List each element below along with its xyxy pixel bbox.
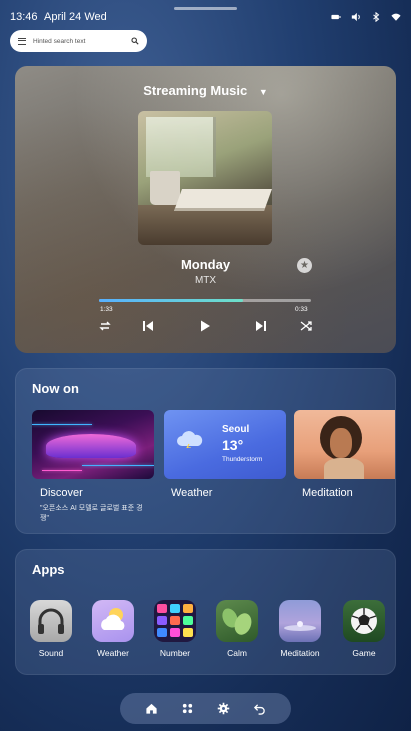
music-source-selector[interactable]: Streaming Music ▼ <box>15 83 396 98</box>
app-sound[interactable]: Sound <box>23 600 79 658</box>
next-button[interactable] <box>254 319 268 333</box>
clock: 13:46 <box>10 11 38 23</box>
home-icon[interactable] <box>145 702 158 715</box>
elapsed-time: 1:33 <box>100 306 113 313</box>
search-placeholder[interactable]: Hinted search text <box>33 38 131 45</box>
settings-icon[interactable] <box>217 702 230 715</box>
back-icon[interactable] <box>253 702 266 715</box>
car-image <box>46 434 136 458</box>
progress-bar[interactable] <box>99 299 311 302</box>
progress-fill <box>99 299 244 302</box>
cloud-icon <box>177 431 203 448</box>
next-icon <box>256 321 266 331</box>
app-label: Meditation <box>280 648 320 658</box>
music-source-label: Streaming Music <box>143 83 248 98</box>
status-bar: 13:46 April 24 Wed <box>10 10 401 24</box>
date: April 24 Wed <box>43 11 107 23</box>
now-on-card: Now on Seoul 13° Thunderstorm Discover W… <box>15 368 396 534</box>
headphones-icon <box>30 600 72 642</box>
number-keys-icon <box>154 600 196 642</box>
artist-name: MTX <box>194 275 217 286</box>
weather-tile[interactable]: Seoul 13° Thunderstorm <box>164 410 286 479</box>
battery-icon <box>331 14 341 20</box>
discover-subtitle: "오픈소스 AI 모델로 글로벌 표준 경쟁" <box>40 505 143 523</box>
apps-title: Apps <box>32 562 65 577</box>
repeat-icon <box>99 321 111 331</box>
app-calm[interactable]: Calm <box>209 600 265 658</box>
song-title: Monday <box>180 257 231 272</box>
app-label: Weather <box>97 648 129 658</box>
navigation-dock <box>120 693 291 724</box>
weather-app-icon <box>92 600 134 642</box>
app-label: Calm <box>227 648 247 658</box>
bluetooth-icon <box>373 12 380 22</box>
search-icon[interactable] <box>131 37 139 45</box>
app-label: Game <box>352 648 376 658</box>
meditation-app-icon <box>279 600 321 642</box>
chevron-down-icon: ▼ <box>258 86 268 97</box>
weather-temperature: 13° <box>222 437 244 453</box>
search-bar[interactable]: Hinted search text <box>10 30 147 52</box>
music-card: Streaming Music ▼ Monday MTX ★ 1:33 0:33 <box>15 66 396 353</box>
discover-label: Discover <box>40 487 83 499</box>
now-on-title: Now on <box>32 381 79 396</box>
play-icon <box>201 320 210 332</box>
app-meditation[interactable]: Meditation <box>272 600 328 658</box>
apps-grid-icon[interactable] <box>181 702 194 715</box>
app-number[interactable]: Number <box>147 600 203 658</box>
meditation-tile[interactable] <box>294 410 395 479</box>
app-game[interactable]: Game <box>336 600 392 658</box>
shuffle-button[interactable] <box>299 319 313 333</box>
discover-tile[interactable] <box>32 410 154 479</box>
meditation-label: Meditation <box>302 487 353 499</box>
wifi-icon <box>391 13 401 21</box>
album-art[interactable] <box>138 111 272 245</box>
app-label: Number <box>159 648 191 658</box>
play-button[interactable] <box>198 319 212 333</box>
shuffle-icon <box>300 321 312 331</box>
weather-city: Seoul <box>222 424 250 435</box>
weather-label: Weather <box>171 487 213 499</box>
favorite-star-icon[interactable]: ★ <box>297 258 312 273</box>
previous-icon <box>143 321 153 331</box>
volume-icon <box>351 12 360 22</box>
app-weather[interactable]: Weather <box>85 600 141 658</box>
soccer-ball-icon <box>343 600 385 642</box>
weather-condition: Thunderstorm <box>222 456 263 463</box>
menu-icon[interactable] <box>18 37 26 45</box>
remaining-time: 0:33 <box>295 306 308 313</box>
repeat-button[interactable] <box>98 319 112 333</box>
apps-card: Apps Sound Weather Number Calm Meditatio… <box>15 549 396 675</box>
leaf-icon <box>216 600 258 642</box>
previous-button[interactable] <box>141 319 155 333</box>
app-label: Sound <box>38 648 64 658</box>
